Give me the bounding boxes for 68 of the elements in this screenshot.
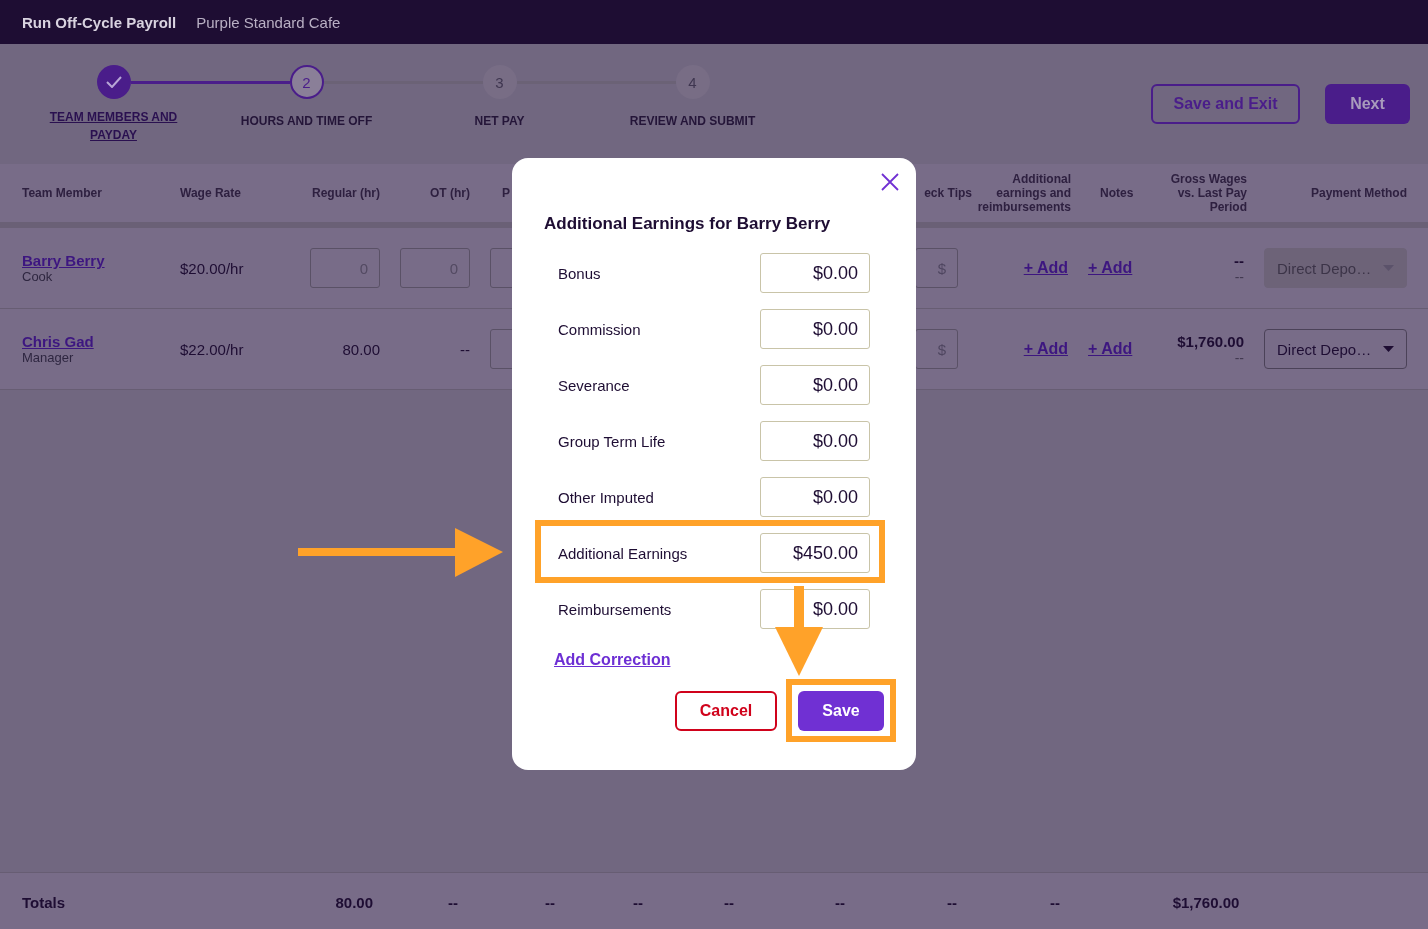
save-button[interactable]: Save	[798, 691, 884, 731]
company-name: Purple Standard Cafe	[196, 13, 341, 31]
total-value: 80.00	[334, 894, 374, 911]
page-title: Run Off-Cycle Payroll	[22, 13, 177, 31]
step-indicator: 3	[482, 65, 517, 99]
step-label: HOURS AND TIME OFF	[239, 113, 374, 130]
role-label: Manager	[22, 350, 75, 365]
column-header: Regular (hr)	[311, 186, 381, 200]
add-link[interactable]: + Add	[1088, 340, 1133, 357]
step-label[interactable]: TEAM MEMBERS AND PAYDAY	[38, 108, 189, 144]
hours-value: 80.00	[341, 340, 381, 358]
amount-input[interactable]: $0.00	[760, 253, 870, 293]
step-label: REVIEW AND SUBMIT	[628, 113, 757, 130]
amount-input[interactable]: $450.00	[760, 533, 870, 573]
role-label: Cook	[22, 269, 54, 284]
field-label: Bonus	[558, 264, 601, 282]
caret-icon	[1383, 346, 1394, 352]
cancel-button[interactable]: Cancel	[675, 691, 777, 731]
field-label: Reimbursements	[558, 600, 672, 618]
step-indicator: 4	[675, 65, 710, 99]
field-label: Severance	[558, 376, 630, 394]
column-header: P	[502, 186, 510, 200]
team-member-link[interactable]: Chris Gad	[22, 333, 94, 350]
total-value: --	[723, 894, 735, 911]
close-icon[interactable]	[880, 172, 900, 192]
column-header: eck Tips	[924, 186, 972, 200]
total-value: --	[946, 894, 958, 911]
total-value: --	[632, 894, 644, 911]
hours-value: --	[459, 340, 471, 358]
wage-change: --	[1234, 268, 1244, 285]
wage-change: --	[1234, 349, 1244, 366]
team-member-link[interactable]: Barry Berry	[22, 252, 105, 269]
amount-input[interactable]: $0.00	[760, 421, 870, 461]
total-value: --	[447, 894, 459, 911]
column-header: OT (hr)	[429, 186, 471, 200]
gross-wages: $1,760.00	[1177, 332, 1244, 350]
total-value: --	[834, 894, 846, 911]
gross-wages: --	[1234, 251, 1244, 269]
amount-input[interactable]: $0.00	[760, 477, 870, 517]
add-correction-link[interactable]: Add Correction	[554, 651, 671, 669]
column-header: Additional earnings and reimbursements	[976, 172, 1071, 214]
dialog-title: Additional Earnings for Barry Berry	[544, 214, 832, 234]
step-indicator: 2	[289, 65, 324, 99]
add-link[interactable]: + Add	[1023, 340, 1068, 358]
total-value: --	[544, 894, 556, 911]
payment-method-dropdown[interactable]: Direct Depo…	[1264, 329, 1407, 369]
total-value: --	[1049, 894, 1061, 911]
field-label: Commission	[558, 320, 641, 338]
amount-input[interactable]: $0.00	[760, 309, 870, 349]
field-label: Other Imputed	[558, 488, 654, 506]
column-header: Wage Rate	[180, 186, 242, 200]
add-link[interactable]: + Add	[1088, 259, 1133, 276]
save-and-exit-button[interactable]: Save and Exit	[1151, 84, 1300, 124]
step-label: NET PAY	[473, 113, 526, 130]
wage-rate: $22.00/hr	[180, 340, 245, 358]
column-header: Payment Method	[1310, 186, 1408, 200]
next-button[interactable]: Next	[1325, 84, 1410, 124]
amount-input[interactable]: $0.00	[760, 365, 870, 405]
column-header: Notes	[1099, 186, 1135, 200]
add-link[interactable]: + Add	[1023, 259, 1068, 277]
column-header: Team Member	[22, 186, 103, 200]
totals-label: Totals	[22, 894, 67, 911]
column-header: Gross Wages vs. Last Pay Period	[1169, 172, 1247, 214]
field-label: Group Term Life	[558, 432, 666, 450]
total-value: $1,760.00	[1171, 894, 1241, 911]
wage-rate: $20.00/hr	[180, 259, 245, 277]
check-icon	[105, 76, 122, 88]
field-label: Additional Earnings	[558, 544, 688, 562]
